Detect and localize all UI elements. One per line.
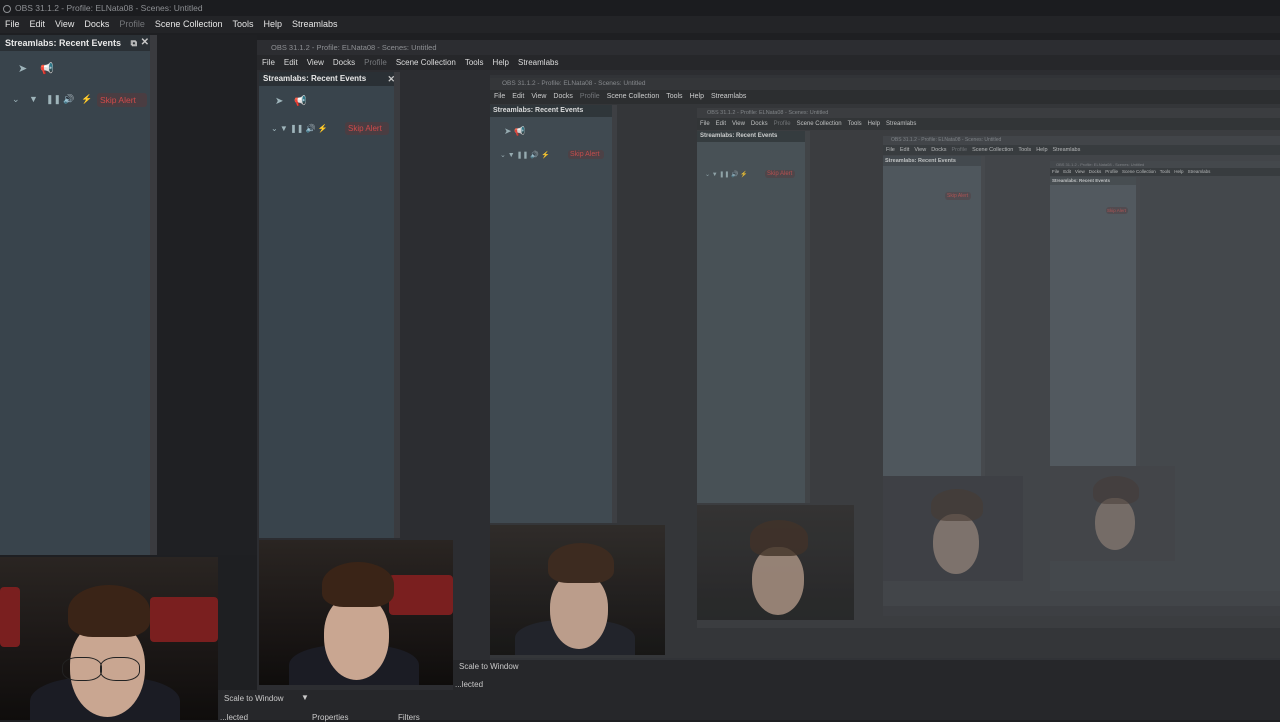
skip-alert-button[interactable]: Skip Alert (1106, 207, 1128, 214)
outer-empty-area (157, 35, 257, 555)
scale-to-window-select[interactable]: Scale to Window (224, 694, 284, 703)
skip-alert-button[interactable]: Skip Alert (765, 170, 795, 178)
menu-profile[interactable]: Profile (114, 16, 150, 33)
filter-icon[interactable]: ⌄ ▼ ❚❚ 🔊 ⚡ (705, 171, 748, 178)
recent-events-dock: Streamlabs: Recent Events ✕ ⧉ ➤ 📢 ⌄ ▼ ❚❚… (0, 35, 157, 555)
recent-events-dock-5: Streamlabs: Recent Events Skip Alert (883, 156, 985, 491)
preview-controls: Scale to Window ▼ ...lected Properties F… (218, 690, 1280, 722)
menu-edit[interactable]: Edit (25, 16, 51, 33)
megaphone-icon[interactable]: 📢 (294, 96, 306, 107)
nested-window-3: OBS 31.1.2 - Profile: ELNata08 - Scenes:… (490, 78, 1280, 658)
nested-window-2-title: OBS 31.1.2 - Profile: ELNata08 - Scenes:… (271, 43, 437, 52)
menu-streamlabs[interactable]: Streamlabs (287, 16, 343, 33)
filter-icon[interactable]: ⌄ ▼ ❚❚ 🔊 ⚡ (500, 151, 550, 159)
nested-window-4: OBS 31.1.2 - Profile: ELNata08 - Scenes:… (697, 108, 1280, 628)
skip-alert-button[interactable]: Skip Alert (568, 150, 604, 159)
webcam-preview-4 (697, 505, 854, 620)
obs-logo-icon (3, 4, 11, 13)
menu-view[interactable]: View (50, 16, 79, 33)
webcam-preview-3 (490, 525, 665, 655)
webcam-preview-2 (259, 540, 453, 685)
nested-window-2-menu: File Edit View Docks Profile Scene Collection… (257, 55, 1280, 70)
menu-docks[interactable]: Docks (79, 16, 114, 33)
skip-alert-button[interactable]: Skip Alert (345, 122, 389, 135)
filter-icon[interactable]: ⌄ ▼ ❚❚ 🔊 ⚡ (271, 124, 328, 133)
recent-events-dock-2: Streamlabs: Recent Events ✕ ➤ 📢 ⌄ ▼ ❚❚ 🔊 … (259, 72, 400, 538)
dock-scrollbar[interactable] (150, 35, 157, 555)
filters-button[interactable]: Filters (398, 713, 420, 722)
chevron-down-icon[interactable]: ⌄ (12, 94, 20, 105)
properties-button[interactable]: Properties (312, 713, 348, 722)
nested-window-2: OBS 31.1.2 - Profile: ELNata08 - Scenes:… (257, 40, 1280, 690)
webcam-preview-5 (883, 476, 1023, 581)
plane-icon[interactable]: ➤ (18, 62, 27, 75)
plane-icon[interactable]: ➤ (275, 96, 283, 107)
chevron-down-icon[interactable]: ▼ (301, 693, 309, 702)
menu-help[interactable]: Help (258, 16, 287, 33)
menu-scene-collection[interactable]: Scene Collection (150, 16, 228, 33)
recent-events-dock-4: Streamlabs: Recent Events ⌄ ▼ ❚❚ 🔊 ⚡ Ski… (697, 131, 810, 503)
pause-icon[interactable]: ❚❚ (46, 94, 61, 105)
recent-events-dock-6: Streamlabs: Recent Events Skip Alert (1050, 177, 1140, 475)
recent-events-dock-3: Streamlabs: Recent Events ➤ 📢 ⌄ ▼ ❚❚ 🔊 ⚡… (490, 105, 617, 523)
flash-icon[interactable]: ⚡ (81, 94, 92, 105)
menu-tools[interactable]: Tools (227, 16, 258, 33)
source-status: ...lected (220, 713, 249, 722)
menu-file[interactable]: File (0, 16, 25, 33)
filter-icon[interactable]: ▼ (29, 94, 38, 104)
megaphone-icon[interactable]: 📢 (40, 62, 54, 75)
plane-icon[interactable]: ➤ 📢 (504, 126, 525, 137)
nested-window-5: OBS 31.1.2 - Profile: ELNata08 - Scenes:… (883, 136, 1280, 616)
nested-window-6: OBS 31.1.2 - Profile: ELNata08 - Scenes:… (1050, 161, 1280, 591)
webcam-preview-6 (1050, 466, 1175, 561)
window-title: OBS 31.1.2 - Profile: ELNata08 - Scenes:… (15, 3, 203, 13)
webcam-preview (0, 557, 218, 720)
menu-bar: File Edit View Docks Profile Scene Collection… (0, 16, 1280, 33)
dock-close-icon[interactable]: ✕ (141, 35, 149, 51)
dock-title: Streamlabs: Recent Events ✕ ⧉ (0, 35, 157, 51)
skip-alert-button[interactable]: Skip Alert (945, 192, 971, 200)
dock-float-icon[interactable]: ⧉ (131, 35, 137, 51)
volume-icon[interactable]: 🔊 (63, 94, 74, 105)
skip-alert-button[interactable]: Skip Alert (97, 93, 147, 107)
window-titlebar: OBS 31.1.2 - Profile: ELNata08 - Scenes:… (0, 0, 1280, 16)
